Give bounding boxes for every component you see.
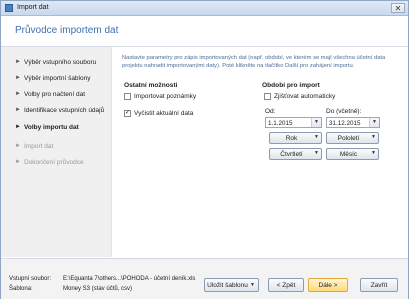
step-label: Volby pro načtení dat [24,91,86,98]
other-options-title: Ostatní možnosti [124,82,178,89]
next-button[interactable]: Dále > [308,278,348,292]
year-button[interactable]: Rok ▼ [269,132,322,144]
auto-detect-label: Zjišťovat automaticky [274,93,336,100]
template-label: Šablona: [9,286,33,292]
month-button[interactable]: Měsíc ▼ [326,148,379,160]
from-date-value: 1.1.2015 [268,119,293,127]
chevron-down-icon: ▼ [250,282,255,288]
to-date-picker[interactable]: 31.12.2015 ▼ [326,117,380,128]
step-label: Dokončení průvodce [24,159,84,166]
step-bullet-icon: ► [15,159,21,165]
chevron-down-icon: ▼ [371,134,376,140]
month-button-label: Měsíc [339,151,358,158]
step-bullet-icon: ► [15,75,21,81]
next-button-label: Dále > [318,282,338,289]
save-template-label: Uložit šablonu [207,282,248,289]
import-notes-checkbox[interactable] [124,93,131,100]
step-bullet-icon: ► [15,107,21,113]
page-title: Průvodce importem dat [15,25,119,36]
period-title: Období pro import [262,82,320,89]
app-icon [5,4,13,12]
close-button[interactable]: Zavřít [360,278,398,292]
step-label: Import dat [24,143,54,150]
title-bar: Import dat ✕ [1,1,408,16]
from-label: Od: [265,108,276,115]
input-file-label: Vstupní soubor: [9,276,52,282]
chevron-down-icon[interactable]: ▼ [369,118,379,127]
auto-detect-checkbox[interactable] [264,93,271,100]
save-template-button[interactable]: Uložit šablonu ▼ [204,278,259,292]
to-label: Do (včetně): [326,108,362,115]
close-button-label: Zavřít [370,282,388,289]
step-bullet-icon: ► [15,143,21,149]
wizard-content: Nastavte parametry pro zápis importovaný… [112,47,408,257]
import-window: Import dat ✕ Průvodce importem dat ► Výb… [0,0,409,299]
step-label: Volby importu dat [24,124,79,131]
from-date-picker[interactable]: 1.1.2015 ▼ [265,117,322,128]
chevron-down-icon[interactable]: ▼ [311,118,321,127]
step-bullet-icon: ► [15,124,21,130]
to-date-value: 31.12.2015 [329,119,361,127]
instructions-text: Nastavte parametry pro zápis importovaný… [122,55,386,69]
quarter-button[interactable]: Čtvrtletí ▼ [269,148,322,160]
import-notes-label: Importovat poznámky [134,93,197,100]
quarter-button-label: Čtvrtletí [280,151,303,158]
window-title: Import dat [17,4,49,11]
clear-data-checkbox[interactable]: ✓ [124,110,131,117]
clear-data-label: Vyčistit aktuální data [134,110,194,117]
chevron-down-icon: ▼ [314,150,319,156]
chevron-down-icon: ▼ [314,134,319,140]
step-bullet-icon: ► [15,59,21,65]
half-year-button[interactable]: Pololetí ▼ [326,132,379,144]
step-label: Výběr vstupního souboru [24,59,97,66]
input-file-value: E:\Equanta 7\others...\POHODA - účetní d… [63,276,196,282]
back-button-label: < Zpět [276,282,296,289]
chevron-down-icon: ▼ [371,150,376,156]
year-button-label: Rok [285,135,298,142]
template-value: Money S3 (stav účtů, csv) [63,286,133,292]
step-label: Výběr importní šablony [24,75,91,82]
wizard-header: Průvodce importem dat [1,16,408,47]
step-label: Identifikace vstupních údajů [24,107,105,114]
wizard-steps-sidebar: ► Výběr vstupního souboru ► Výběr import… [1,47,112,257]
close-icon[interactable]: ✕ [391,3,405,13]
back-button[interactable]: < Zpět [268,278,304,292]
wizard-footer: Vstupní soubor: E:\Equanta 7\others...\P… [1,258,408,299]
step-bullet-icon: ► [15,91,21,97]
half-year-button-label: Pololetí [337,135,360,142]
